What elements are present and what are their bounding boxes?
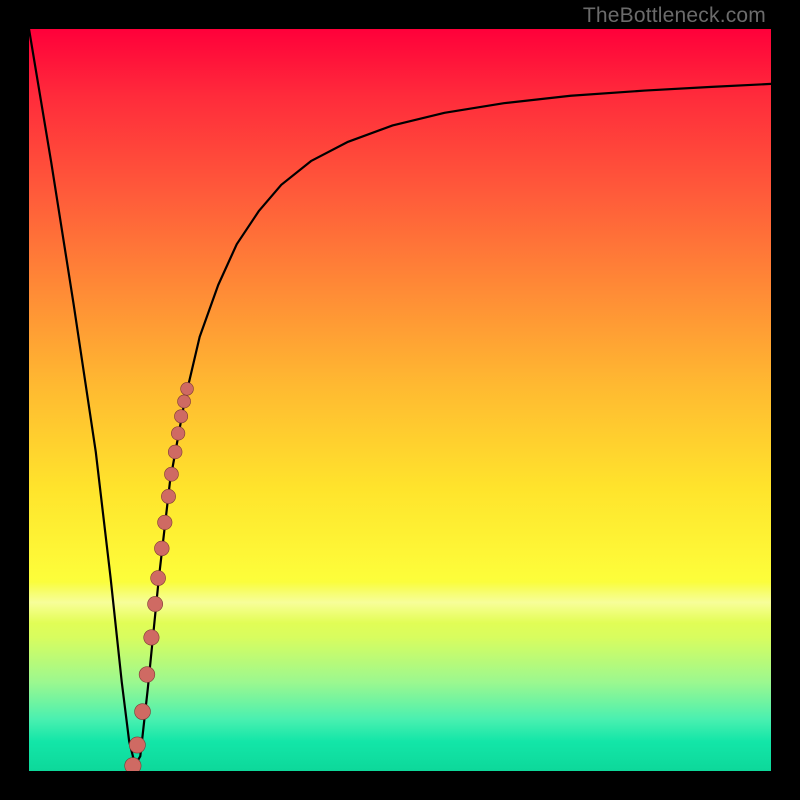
highlight-dot [129, 737, 145, 753]
highlight-dot [168, 445, 182, 459]
bottleneck-curve [29, 29, 771, 765]
chart-frame: TheBottleneck.com [0, 0, 800, 800]
highlight-dots-group [125, 382, 194, 771]
highlight-dot [171, 427, 185, 441]
highlight-dot [174, 410, 187, 423]
plot-area [29, 29, 771, 771]
highlight-dot [125, 758, 141, 771]
highlight-dot [139, 667, 155, 683]
highlight-dot [164, 467, 178, 481]
highlight-dot [151, 571, 166, 586]
highlight-dot [181, 382, 194, 395]
highlight-dot [154, 541, 169, 556]
highlight-dot [158, 515, 172, 529]
watermark-text: TheBottleneck.com [583, 4, 766, 28]
highlight-dot [144, 630, 159, 645]
highlight-dot [178, 395, 191, 408]
highlight-dot [148, 596, 163, 611]
highlight-dot [135, 704, 151, 720]
highlight-dot [161, 489, 175, 503]
chart-overlay [29, 29, 771, 771]
